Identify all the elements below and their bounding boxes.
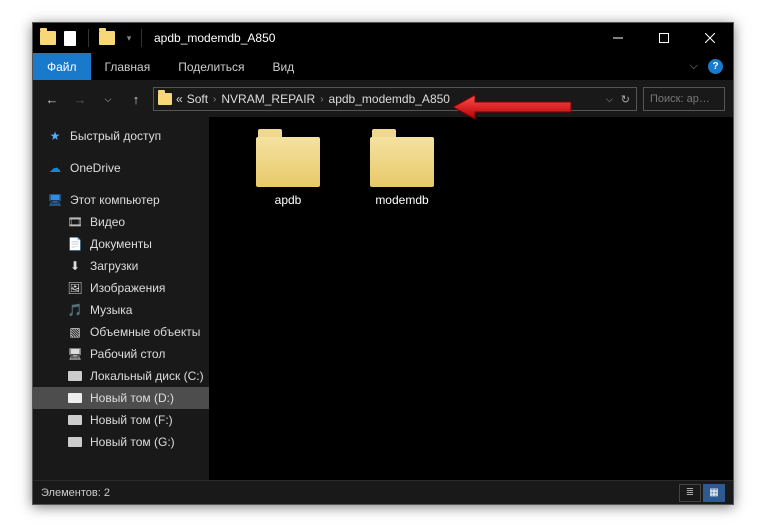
image-icon: 🖼 bbox=[67, 280, 83, 296]
status-count: Элементов: 2 bbox=[41, 487, 110, 499]
up-button[interactable]: ↑ bbox=[125, 88, 147, 110]
ribbon-right: ⌵ ? bbox=[690, 53, 733, 80]
sidebar-item-label: Новый том (F:) bbox=[90, 413, 173, 427]
sidebar-item-downloads[interactable]: ⬇ Загрузки bbox=[33, 255, 209, 277]
sidebar-item-label: Объемные объекты bbox=[90, 325, 200, 339]
folder-item[interactable]: modemdb bbox=[359, 137, 445, 207]
folder-icon bbox=[256, 137, 320, 187]
sidebar-item-thispc[interactable]: 🖥 Этот компьютер bbox=[33, 189, 209, 211]
qat-doc-icon[interactable] bbox=[62, 30, 78, 46]
search-input[interactable]: Поиск: ap… bbox=[643, 87, 725, 111]
tab-share[interactable]: Поделиться bbox=[164, 53, 258, 80]
cube-icon: ▧ bbox=[67, 324, 83, 340]
tab-file[interactable]: Файл bbox=[33, 53, 91, 80]
drive-icon bbox=[67, 434, 83, 450]
title-bar: ▾ apdb_modemdb_A850 bbox=[33, 23, 733, 53]
sidebar-item-drive-d[interactable]: Новый том (D:) bbox=[33, 387, 209, 409]
monitor-icon: 🖥 bbox=[47, 192, 63, 208]
desktop-icon: 🖥 bbox=[67, 346, 83, 362]
breadcrumb-prefix: « bbox=[176, 92, 183, 106]
back-button[interactable]: ← bbox=[41, 88, 63, 110]
folder-icon bbox=[370, 137, 434, 187]
chevron-right-icon: › bbox=[213, 94, 216, 105]
breadcrumb-item[interactable]: NVRAM_REPAIR bbox=[221, 92, 315, 106]
view-toggles: ≣ ▦ bbox=[679, 484, 725, 502]
address-dropdown-icon[interactable]: ⌵ bbox=[606, 94, 613, 105]
breadcrumb-item[interactable]: apdb_modemdb_A850 bbox=[329, 92, 450, 106]
view-details-button[interactable]: ≣ bbox=[679, 484, 701, 502]
help-button[interactable]: ? bbox=[708, 59, 723, 74]
sidebar-item-documents[interactable]: 📄 Документы bbox=[33, 233, 209, 255]
sidebar-item-label: Новый том (G:) bbox=[90, 435, 175, 449]
ribbon-collapse-icon[interactable]: ⌵ bbox=[690, 60, 698, 73]
sidebar-item-label: Рабочий стол bbox=[90, 347, 165, 361]
refresh-button[interactable]: ↻ bbox=[621, 93, 630, 106]
folder-label: modemdb bbox=[375, 193, 428, 207]
sidebar-item-label: Новый том (D:) bbox=[90, 391, 174, 405]
star-icon: ★ bbox=[47, 128, 63, 144]
sidebar-item-3dobjects[interactable]: ▧ Объемные объекты bbox=[33, 321, 209, 343]
window-title: apdb_modemdb_A850 bbox=[154, 31, 275, 45]
forward-button[interactable]: → bbox=[69, 88, 91, 110]
qat-folder-icon[interactable] bbox=[99, 30, 115, 46]
drive-icon bbox=[67, 412, 83, 428]
sidebar-item-label: Локальный диск (C:) bbox=[90, 369, 204, 383]
sidebar-item-drive-c[interactable]: Локальный диск (C:) bbox=[33, 365, 209, 387]
search-placeholder: Поиск: ap… bbox=[650, 93, 710, 105]
sidebar-item-label: OneDrive bbox=[70, 161, 121, 175]
sidebar-item-label: Документы bbox=[90, 237, 152, 251]
sidebar-item-label: Загрузки bbox=[90, 259, 138, 273]
tab-home[interactable]: Главная bbox=[91, 53, 165, 80]
drive-icon bbox=[67, 368, 83, 384]
drive-icon bbox=[67, 390, 83, 406]
sidebar-item-label: Видео bbox=[90, 215, 125, 229]
address-folder-icon bbox=[158, 93, 172, 105]
sidebar-item-label: Музыка bbox=[90, 303, 132, 317]
sidebar-item-label: Этот компьютер bbox=[70, 193, 160, 207]
sidebar-item-music[interactable]: 🎵 Музыка bbox=[33, 299, 209, 321]
folder-item[interactable]: apdb bbox=[245, 137, 331, 207]
breadcrumb-item[interactable]: Soft bbox=[187, 92, 208, 106]
sidebar-item-videos[interactable]: 🎞 Видео bbox=[33, 211, 209, 233]
explorer-window: ▾ apdb_modemdb_A850 Файл Главная Поделит… bbox=[32, 22, 734, 505]
sidebar-item-label: Быстрый доступ bbox=[70, 129, 161, 143]
cloud-icon: ☁ bbox=[47, 160, 63, 176]
sidebar-item-onedrive[interactable]: ☁ OneDrive bbox=[33, 157, 209, 179]
maximize-button[interactable] bbox=[641, 23, 687, 53]
sidebar-item-desktop[interactable]: 🖥 Рабочий стол bbox=[33, 343, 209, 365]
content-area[interactable]: apdb modemdb bbox=[209, 117, 733, 480]
sidebar-item-drive-f[interactable]: Новый том (F:) bbox=[33, 409, 209, 431]
sidebar-item-pictures[interactable]: 🖼 Изображения bbox=[33, 277, 209, 299]
address-tools: ⌵ ↻ bbox=[606, 93, 636, 106]
close-button[interactable] bbox=[687, 23, 733, 53]
download-icon: ⬇ bbox=[67, 258, 83, 274]
video-icon: 🎞 bbox=[67, 214, 83, 230]
recent-dropdown[interactable]: ⌵ bbox=[97, 88, 119, 110]
music-icon: 🎵 bbox=[67, 302, 83, 318]
window-controls bbox=[595, 23, 733, 53]
view-icons-button[interactable]: ▦ bbox=[703, 484, 725, 502]
nav-row: ← → ⌵ ↑ « Soft › NVRAM_REPAIR › apdb_mod… bbox=[33, 81, 733, 117]
title-separator bbox=[141, 29, 142, 47]
chevron-right-icon: › bbox=[320, 94, 323, 105]
document-icon: 📄 bbox=[67, 236, 83, 252]
sidebar-item-drive-g[interactable]: Новый том (G:) bbox=[33, 431, 209, 453]
breadcrumb: « Soft › NVRAM_REPAIR › apdb_modemdb_A85… bbox=[176, 92, 450, 106]
ribbon: Файл Главная Поделиться Вид ⌵ ? bbox=[33, 53, 733, 81]
minimize-button[interactable] bbox=[595, 23, 641, 53]
nav-pane: ★ Быстрый доступ ☁ OneDrive 🖥 Этот компь… bbox=[33, 117, 209, 480]
qat: ▾ bbox=[33, 29, 137, 47]
app-icon bbox=[40, 30, 56, 46]
address-bar[interactable]: « Soft › NVRAM_REPAIR › apdb_modemdb_A85… bbox=[153, 87, 637, 111]
sidebar-item-quick-access[interactable]: ★ Быстрый доступ bbox=[33, 125, 209, 147]
qat-separator bbox=[88, 29, 89, 47]
status-bar: Элементов: 2 ≣ ▦ bbox=[33, 480, 733, 504]
folder-label: apdb bbox=[275, 193, 302, 207]
body: ★ Быстрый доступ ☁ OneDrive 🖥 Этот компь… bbox=[33, 117, 733, 480]
tab-view[interactable]: Вид bbox=[258, 53, 308, 80]
sidebar-item-label: Изображения bbox=[90, 281, 165, 295]
qat-dropdown[interactable]: ▾ bbox=[121, 30, 137, 46]
